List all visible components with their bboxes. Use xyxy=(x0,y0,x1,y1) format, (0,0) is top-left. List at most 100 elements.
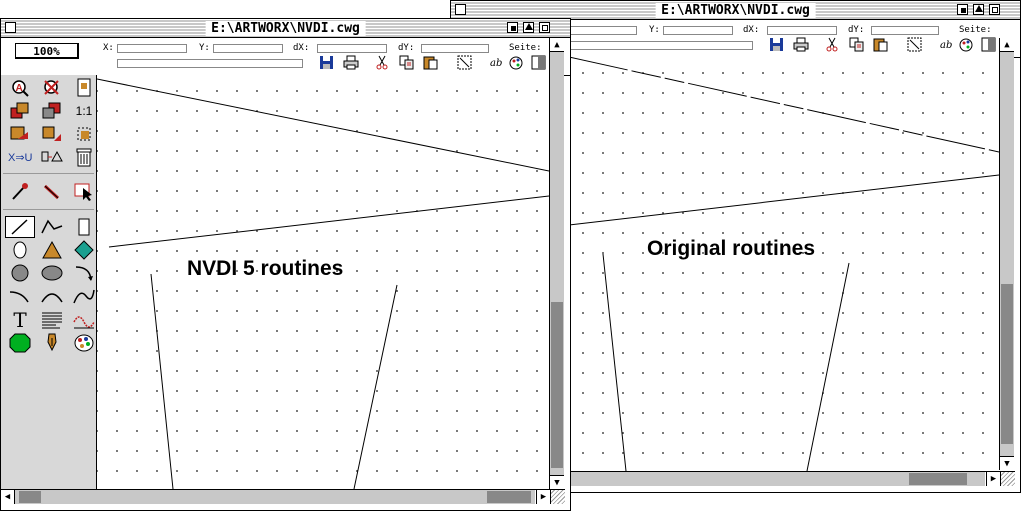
drawn-line xyxy=(108,195,549,248)
save-icon[interactable] xyxy=(319,55,335,70)
fuller-icon[interactable] xyxy=(539,22,550,33)
diamond-tool-icon[interactable] xyxy=(69,239,99,261)
triangle-tool-icon[interactable] xyxy=(37,239,67,261)
scroll-thumb-right[interactable] xyxy=(487,491,531,503)
arc-tool-icon[interactable] xyxy=(69,262,99,284)
line-tool-icon[interactable] xyxy=(5,216,35,238)
layer-back-icon[interactable] xyxy=(37,100,67,122)
ab-text-icon[interactable]: ab xyxy=(489,55,505,70)
front-drawing-canvas[interactable]: NVDI 5 routines xyxy=(97,75,549,489)
trash-icon[interactable] xyxy=(69,146,99,168)
palette-icon[interactable] xyxy=(959,37,975,52)
y-field[interactable] xyxy=(213,44,283,53)
text-tool-icon[interactable]: T xyxy=(5,308,35,332)
paste-icon[interactable] xyxy=(873,37,889,52)
copy-icon[interactable] xyxy=(399,55,415,70)
scroll-thumb[interactable] xyxy=(909,473,967,485)
dx-field[interactable] xyxy=(317,44,387,53)
back-horizontal-scrollbar[interactable]: ▶ xyxy=(569,471,1000,486)
pencil-icon[interactable] xyxy=(37,181,67,203)
copy-icon[interactable] xyxy=(849,37,865,52)
front-vertical-scrollbar[interactable]: ▲ ▼ xyxy=(549,38,564,489)
polyline-tool-icon[interactable] xyxy=(37,216,67,238)
octagon-fill-icon[interactable] xyxy=(5,332,35,354)
save-icon[interactable] xyxy=(769,37,785,52)
page-icon[interactable] xyxy=(69,77,99,99)
x-label: X: xyxy=(103,43,114,53)
status-field xyxy=(567,41,753,50)
scroll-up-icon[interactable]: ▲ xyxy=(1000,38,1014,52)
zoom-out-icon[interactable] xyxy=(37,77,67,99)
send-back-icon[interactable] xyxy=(507,22,518,33)
back-vertical-scrollbar[interactable]: ▲ ▼ xyxy=(999,38,1014,470)
fill-pattern-icon[interactable] xyxy=(981,37,997,52)
dx-label: dX: xyxy=(743,25,760,35)
scroll-down-icon[interactable]: ▼ xyxy=(550,475,564,489)
front-window-titlebar[interactable]: E:\ARTWORX\NVDI.cwg xyxy=(1,19,570,38)
group-icon[interactable] xyxy=(5,123,35,145)
curve-text-icon[interactable] xyxy=(69,309,99,331)
pen-nib-icon[interactable] xyxy=(37,332,67,354)
intersect-icon[interactable] xyxy=(37,146,67,168)
seite-label: Seite: xyxy=(959,25,992,35)
print-icon[interactable] xyxy=(343,55,359,70)
dy-label: dY: xyxy=(398,43,415,53)
front-horizontal-scrollbar[interactable]: ◀ ▶ xyxy=(1,489,550,504)
select-all-icon[interactable] xyxy=(457,55,473,70)
close-icon[interactable] xyxy=(5,22,16,33)
scroll-track[interactable] xyxy=(15,490,535,504)
iconify-icon[interactable] xyxy=(973,4,984,15)
zoom-button[interactable]: 100% xyxy=(15,43,79,59)
scroll-up-icon[interactable]: ▲ xyxy=(550,38,564,52)
dy-field[interactable] xyxy=(421,44,489,53)
close-icon[interactable] xyxy=(455,4,466,15)
dy-field[interactable] xyxy=(871,26,939,35)
print-icon[interactable] xyxy=(793,37,809,52)
palette-icon[interactable] xyxy=(69,332,99,354)
ungroup-icon[interactable] xyxy=(37,123,67,145)
ellipse-fill-icon[interactable] xyxy=(37,262,67,284)
paragraph-tool-icon[interactable] xyxy=(37,309,67,331)
scroll-thumb[interactable] xyxy=(19,491,41,503)
select-box-icon[interactable] xyxy=(69,123,99,145)
scroll-right-icon[interactable]: ▶ xyxy=(986,472,1000,486)
dy-label: dY: xyxy=(848,25,865,35)
union-icon[interactable]: X⇒U xyxy=(5,146,35,168)
send-back-icon[interactable] xyxy=(957,4,968,15)
fill-pattern-icon[interactable] xyxy=(531,55,547,70)
circle-fill-icon[interactable] xyxy=(5,262,35,284)
curve-right-icon[interactable] xyxy=(69,285,99,307)
paste-icon[interactable] xyxy=(423,55,439,70)
back-drawing-canvas[interactable]: Original routines xyxy=(569,57,999,471)
curve-mid-icon[interactable] xyxy=(37,285,67,307)
scroll-thumb[interactable] xyxy=(1001,284,1013,444)
fuller-icon[interactable] xyxy=(989,4,1000,15)
tool-palette: A 1:1 X⇒U T xyxy=(1,75,97,494)
front-window[interactable]: E:\ARTWORX\NVDI.cwg 100% X: Y: dX: dY: S… xyxy=(0,18,571,511)
zoom-in-icon[interactable]: A xyxy=(5,77,35,99)
scroll-right-icon[interactable]: ▶ xyxy=(536,490,550,504)
scroll-down-icon[interactable]: ▼ xyxy=(1000,456,1014,470)
x-field[interactable] xyxy=(117,44,187,53)
cut-icon[interactable] xyxy=(824,37,840,52)
scroll-left-icon[interactable]: ◀ xyxy=(1,490,15,504)
drawn-line xyxy=(806,262,850,471)
eyedropper-icon[interactable] xyxy=(5,181,35,203)
layer-front-icon[interactable] xyxy=(5,100,35,122)
rectangle-tool-icon[interactable] xyxy=(69,216,99,238)
ab-text-icon[interactable]: ab xyxy=(939,37,955,52)
ellipse-tool-icon[interactable] xyxy=(5,239,35,261)
resize-grip-icon[interactable] xyxy=(1000,471,1015,486)
dx-field[interactable] xyxy=(767,26,837,35)
x-field[interactable] xyxy=(567,26,637,35)
resize-grip-icon[interactable] xyxy=(550,489,565,504)
scroll-thumb[interactable] xyxy=(551,302,563,468)
iconify-icon[interactable] xyxy=(523,22,534,33)
palette-icon[interactable] xyxy=(509,55,525,70)
y-field[interactable] xyxy=(663,26,733,35)
one-to-one-label[interactable]: 1:1 xyxy=(69,100,99,122)
select-arrow-icon[interactable] xyxy=(69,181,99,203)
curve-left-icon[interactable] xyxy=(5,285,35,307)
select-all-icon[interactable] xyxy=(907,37,923,52)
cut-icon[interactable] xyxy=(374,55,390,70)
